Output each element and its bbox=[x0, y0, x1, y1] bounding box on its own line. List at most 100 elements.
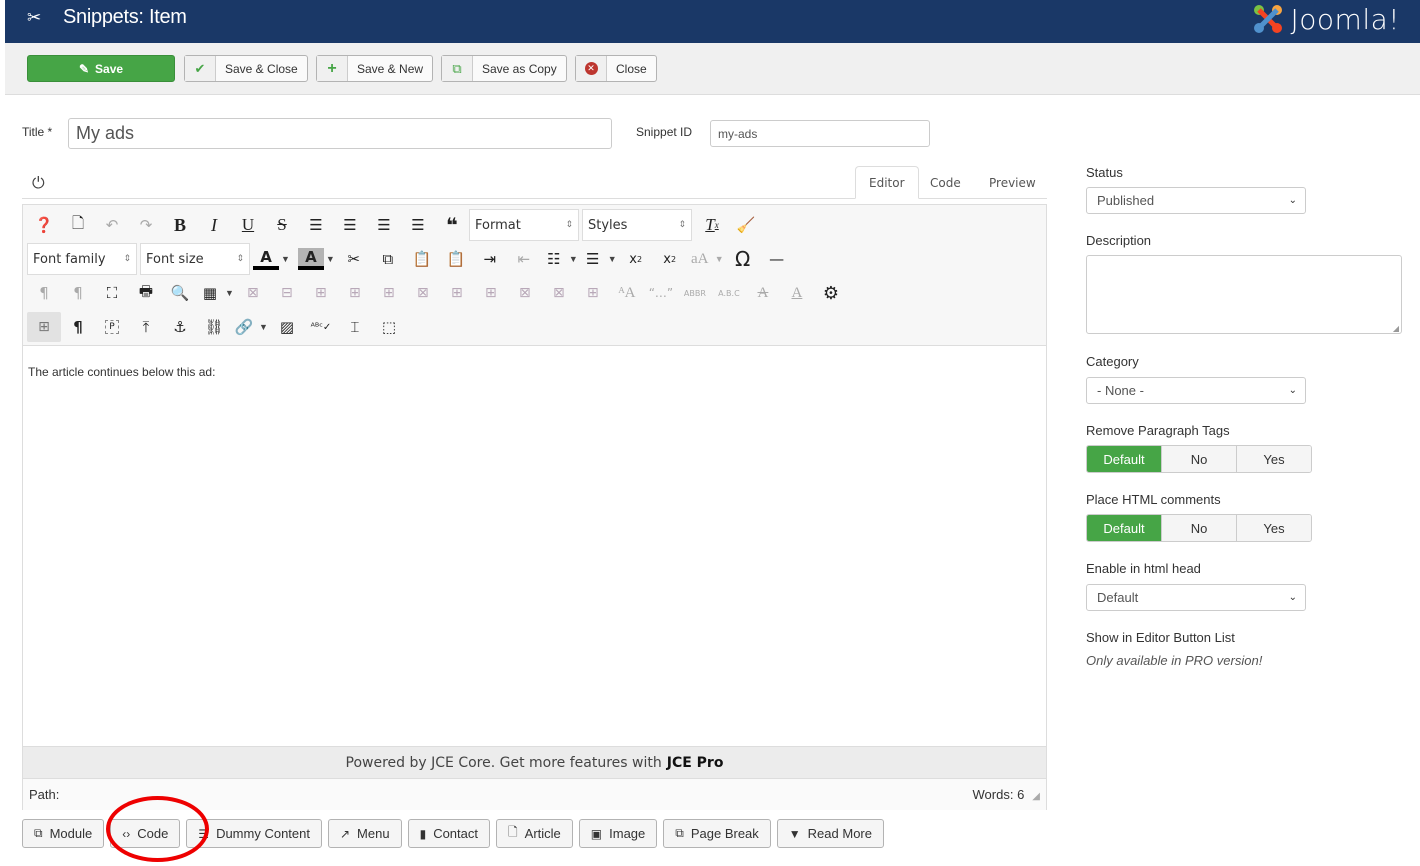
cell-props-icon[interactable]: ⊞ bbox=[304, 278, 338, 308]
superscript-icon[interactable]: x2 bbox=[653, 244, 687, 274]
font-size-change-icon[interactable]: ᴬA bbox=[610, 278, 644, 308]
visual-blocks-icon[interactable]: P bbox=[95, 312, 129, 342]
table-icon[interactable]: ▦ bbox=[197, 278, 223, 308]
html-head-select[interactable]: Default ⌄ bbox=[1086, 584, 1306, 611]
clear-formatting-icon[interactable]: Tx bbox=[695, 210, 729, 240]
text-color-icon[interactable]: A bbox=[253, 248, 279, 270]
visual-aid-icon[interactable]: ⊞ bbox=[27, 312, 61, 342]
page-break-button[interactable]: ⧉ Page Break bbox=[663, 819, 771, 848]
copy-icon[interactable]: ⧉ bbox=[371, 244, 405, 274]
blockquote-icon[interactable]: ❝ bbox=[435, 210, 469, 240]
remove-p-default[interactable]: Default bbox=[1087, 446, 1162, 472]
paste-icon[interactable]: 📋 bbox=[405, 244, 439, 274]
save-copy-button[interactable]: ⧉ Save as Copy bbox=[441, 55, 567, 82]
rtl-icon[interactable]: ¶ bbox=[61, 278, 95, 308]
editor-content[interactable]: The article continues below this ad: bbox=[28, 365, 215, 379]
align-center-icon[interactable]: ☰ bbox=[333, 210, 367, 240]
tab-editor[interactable]: Editor bbox=[855, 166, 919, 199]
insert-col-after-icon[interactable]: ⊞ bbox=[474, 278, 508, 308]
dropdown-arrow-icon[interactable]: ▼ bbox=[608, 254, 617, 264]
split-cells-icon[interactable]: ⊠ bbox=[542, 278, 576, 308]
dropdown-arrow-icon[interactable]: ▼ bbox=[259, 322, 268, 332]
joomla-logo[interactable]: Joomla! bbox=[1251, 0, 1400, 38]
font-size-select[interactable]: Font size ⇕ bbox=[140, 243, 250, 275]
status-select[interactable]: Published ⌄ bbox=[1086, 187, 1306, 214]
image-icon[interactable]: ▨ bbox=[270, 312, 304, 342]
paste-text-icon[interactable]: 📋 bbox=[439, 244, 473, 274]
contact-button[interactable]: ▮ Contact bbox=[407, 819, 490, 848]
align-justify-icon[interactable]: ☰ bbox=[299, 210, 333, 240]
save-button[interactable]: ✎ Save bbox=[27, 55, 175, 82]
paragraph-marks-icon[interactable]: ¶ bbox=[61, 312, 95, 342]
unlink-icon[interactable]: ⛓ bbox=[197, 312, 231, 342]
upload-icon[interactable]: ⤒ bbox=[129, 312, 163, 342]
subscript-icon[interactable]: x2 bbox=[619, 244, 653, 274]
nonbreaking-icon[interactable]: ⌶ bbox=[338, 312, 372, 342]
delete-col-icon[interactable]: ⊠ bbox=[508, 278, 542, 308]
underline-icon[interactable]: U bbox=[231, 210, 265, 240]
title-input[interactable]: My ads bbox=[68, 118, 612, 149]
font-family-select[interactable]: Font family ⇕ bbox=[27, 243, 137, 275]
italic-icon[interactable]: I bbox=[197, 210, 231, 240]
search-icon[interactable]: 🔍 bbox=[163, 278, 197, 308]
dropdown-arrow-icon[interactable]: ▼ bbox=[281, 254, 290, 264]
strikethrough-icon[interactable]: S bbox=[265, 210, 299, 240]
snippet-id-input[interactable]: my-ads bbox=[710, 120, 930, 147]
format-select[interactable]: Format ⇕ bbox=[469, 209, 579, 241]
save-new-button[interactable]: + Save & New bbox=[316, 55, 434, 82]
spellcheck-icon[interactable]: ᴬᴮᶜ✓ bbox=[304, 312, 338, 342]
quote-icon[interactable]: “…” bbox=[644, 278, 678, 308]
dropdown-arrow-icon[interactable]: ▼ bbox=[225, 288, 234, 298]
align-right-icon[interactable]: ☰ bbox=[401, 210, 435, 240]
merge-cells-icon[interactable]: ⊞ bbox=[576, 278, 610, 308]
bold-icon[interactable]: B bbox=[163, 210, 197, 240]
save-close-button[interactable]: ✔ Save & Close bbox=[184, 55, 308, 82]
special-character-icon[interactable]: Ω bbox=[726, 244, 760, 274]
abbr-icon[interactable]: ABBR bbox=[678, 278, 712, 308]
menu-button[interactable]: ↗ Menu bbox=[327, 819, 402, 848]
delete-text-icon[interactable]: A bbox=[746, 278, 780, 308]
dropdown-arrow-icon[interactable]: ▼ bbox=[569, 254, 578, 264]
link-icon[interactable]: 🔗 bbox=[231, 312, 257, 342]
power-toggle-icon[interactable]: ⏻ bbox=[32, 175, 45, 193]
settings-gear-icon[interactable]: ⚙ bbox=[814, 278, 848, 308]
indent-icon[interactable]: ⇥ bbox=[473, 244, 507, 274]
help-icon[interactable]: ❓ bbox=[27, 210, 61, 240]
close-button[interactable]: ✕ Close bbox=[575, 55, 657, 82]
bullet-list-icon[interactable]: ☰ bbox=[580, 244, 606, 274]
remove-p-yes[interactable]: Yes bbox=[1237, 446, 1311, 472]
article-button[interactable]: 🗋 Article bbox=[496, 819, 573, 848]
background-color-icon[interactable]: A bbox=[297, 248, 324, 270]
jce-pro-link[interactable]: JCE Pro bbox=[667, 755, 724, 771]
dummy-content-button[interactable]: ☰ Dummy Content bbox=[186, 819, 322, 848]
ltr-icon[interactable]: ¶ bbox=[27, 278, 61, 308]
outdent-icon[interactable]: ⇤ bbox=[507, 244, 541, 274]
insert-row-before-icon[interactable]: ⊞ bbox=[338, 278, 372, 308]
horizontal-rule-icon[interactable]: — bbox=[760, 244, 794, 274]
code-button[interactable]: ‹› Code bbox=[110, 819, 181, 848]
image-button[interactable]: ▣ Image bbox=[578, 819, 658, 848]
remove-p-no[interactable]: No bbox=[1162, 446, 1237, 472]
html-comments-yes[interactable]: Yes bbox=[1237, 515, 1311, 541]
dropdown-arrow-icon[interactable]: ▼ bbox=[326, 254, 335, 264]
change-case-icon[interactable]: aA bbox=[687, 244, 713, 274]
html-comments-no[interactable]: No bbox=[1162, 515, 1237, 541]
tab-preview[interactable]: Preview bbox=[976, 166, 1049, 199]
module-button[interactable]: ⧉ Module bbox=[22, 819, 105, 848]
align-left-icon[interactable]: ☰ bbox=[367, 210, 401, 240]
fullscreen-icon[interactable]: ⛶ bbox=[95, 278, 129, 308]
numbered-list-icon[interactable]: ☷ bbox=[541, 244, 567, 274]
print-icon[interactable]: 🖶 bbox=[129, 278, 163, 308]
undo-icon[interactable]: ↶ bbox=[95, 210, 129, 240]
template-icon[interactable]: ⬚ bbox=[372, 312, 406, 342]
resize-handle-icon[interactable]: ◢ bbox=[1032, 791, 1040, 802]
dropdown-arrow-icon[interactable]: ▼ bbox=[715, 254, 724, 264]
resize-grip-icon[interactable]: ◢ bbox=[1393, 324, 1399, 333]
insert-col-before-icon[interactable]: ⊞ bbox=[440, 278, 474, 308]
cut-icon[interactable]: ✂ bbox=[337, 244, 371, 274]
html-comments-default[interactable]: Default bbox=[1087, 515, 1162, 541]
tab-code[interactable]: Code bbox=[917, 166, 974, 199]
anchor-icon[interactable]: ⚓ bbox=[163, 312, 197, 342]
category-select[interactable]: - None - ⌄ bbox=[1086, 377, 1306, 404]
delete-table-icon[interactable]: ⊠ bbox=[236, 278, 270, 308]
